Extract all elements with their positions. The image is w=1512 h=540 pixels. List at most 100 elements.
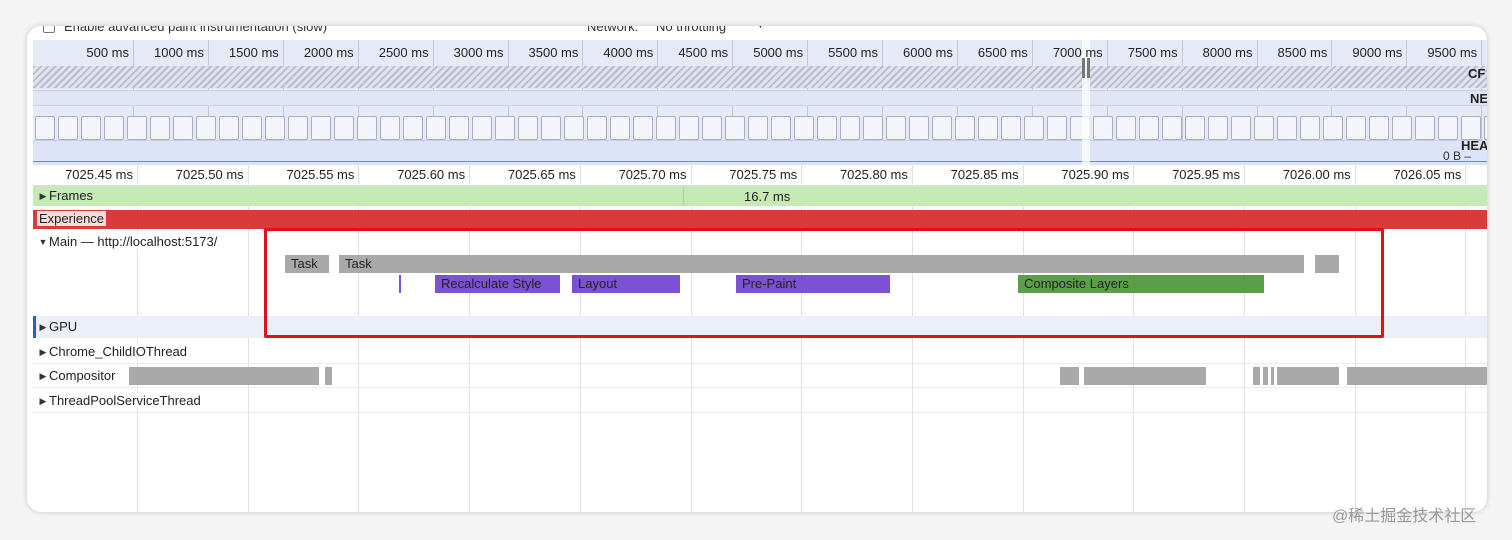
expand-triangle-icon[interactable]: ▶: [37, 191, 49, 202]
overview-tick-label: 9500 ms: [1427, 45, 1478, 60]
overview-tick-label: 1000 ms: [154, 45, 204, 60]
frame-thumbnail: [748, 116, 768, 140]
gpu-label-text: GPU: [49, 319, 78, 334]
compositor-slice[interactable]: [325, 367, 332, 385]
child-io-thread-track[interactable]: ▶ Chrome_ChildIOThread: [33, 341, 1487, 364]
frame-thumbnail: [1139, 116, 1159, 140]
overview-tick-label: 7000 ms: [1052, 45, 1103, 60]
network-label: Network:: [587, 26, 639, 34]
compositor-slice[interactable]: [1084, 367, 1206, 385]
frame-thumbnail: [150, 116, 170, 140]
child-io-track-label[interactable]: ▶ Chrome_ChildIOThread: [37, 344, 191, 359]
frame-thumbnail: [173, 116, 193, 140]
compositor-slice[interactable]: [1271, 367, 1274, 385]
gpu-track-label[interactable]: ▶ GPU: [37, 319, 80, 334]
compositor-slice[interactable]: [129, 367, 319, 385]
dropdown-arrow-icon[interactable]: ▼: [756, 26, 765, 30]
frame-thumbnail: [380, 116, 400, 140]
heap-value: 0 B –: [1443, 149, 1472, 163]
frames-track-label[interactable]: ▶ Frames: [37, 188, 96, 203]
frame-thumbnail: [1369, 116, 1389, 140]
child-io-label-text: Chrome_ChildIOThread: [49, 344, 188, 359]
overview-tick-label: 500 ms: [86, 45, 129, 60]
ruler-tick-label: 7025.75 ms: [729, 167, 798, 182]
frame-thumbnail: [265, 116, 285, 140]
overview-tick-label: 7500 ms: [1127, 45, 1178, 60]
overview-tick-label: 3500 ms: [528, 45, 579, 60]
frame-thumbnail: [357, 116, 377, 140]
compositor-label-text: Compositor: [49, 368, 116, 383]
frame-thumbnail: [1254, 116, 1274, 140]
frame-thumbnail: [472, 116, 492, 140]
frame-thumbnail: [1461, 116, 1481, 140]
frame-thumbnail: [541, 116, 561, 140]
frame-thumbnail: [1208, 116, 1228, 140]
expand-triangle-icon[interactable]: ▶: [37, 322, 49, 333]
watermark: @稀土掘金技术社区: [1332, 508, 1477, 525]
overview-tick-label: 3000 ms: [453, 45, 504, 60]
frame-thumbnail: [932, 116, 952, 140]
frame-thumbnail: [587, 116, 607, 140]
compositor-slice[interactable]: [1253, 367, 1260, 385]
frame-thumbnail: [886, 116, 906, 140]
ruler-tick-label: 7025.60 ms: [397, 167, 466, 182]
frame-thumbnail: [978, 116, 998, 140]
ruler-tick-label: 7025.95 ms: [1172, 167, 1240, 182]
network-throttling-select[interactable]: No throttling: [656, 26, 726, 34]
ruler-tick-label: 7026.00 ms: [1282, 167, 1351, 182]
expand-triangle-icon[interactable]: ▶: [37, 371, 49, 382]
frame-thumbnail: [426, 116, 446, 140]
frame-thumbnail: [1024, 116, 1044, 140]
main-track-label[interactable]: ▼ Main — http://localhost:5173/: [37, 234, 221, 249]
overview-tick-label: 1500 ms: [228, 45, 279, 60]
frame-thumbnail: [1047, 116, 1067, 140]
frame-thumbnail: [564, 116, 584, 140]
thread-pool-track-label[interactable]: ▶ ThreadPoolServiceThread: [37, 393, 204, 408]
selection-handle-left[interactable]: [1082, 58, 1085, 78]
compositor-slice[interactable]: [1263, 367, 1268, 385]
frame-thumbnail: [1484, 116, 1487, 140]
frame-thumbnail: [1415, 116, 1435, 140]
ruler-tick-label: 7025.70 ms: [618, 167, 687, 182]
frame-thumbnail: [518, 116, 538, 140]
overview-tick-label: 5500 ms: [828, 45, 878, 60]
expand-triangle-icon[interactable]: ▶: [37, 396, 49, 407]
frame-thumbnail: [1116, 116, 1136, 140]
heap-line: [33, 161, 1487, 162]
frame-duration[interactable]: 16.7 ms: [744, 189, 790, 204]
frame-separator: [683, 186, 684, 206]
frame-thumbnail: [1162, 116, 1182, 140]
thread-pool-label-text: ThreadPoolServiceThread: [49, 393, 201, 408]
compositor-slice[interactable]: [1277, 367, 1339, 385]
gpu-selection-marker: [33, 316, 36, 338]
experience-track-label[interactable]: Experience: [37, 211, 107, 226]
frame-thumbnail: [794, 116, 814, 140]
frame-thumbnail: [1346, 116, 1366, 140]
frame-thumbnail: [1323, 116, 1343, 140]
compositor-track[interactable]: ▶ Compositor: [33, 365, 1487, 388]
ruler-tick-label: 7025.65 ms: [507, 167, 576, 182]
expand-triangle-icon[interactable]: ▶: [37, 347, 49, 358]
overview-tick-label: 100: [1484, 45, 1487, 60]
frame-thumbnail: [81, 116, 101, 140]
compositor-slice[interactable]: [1347, 367, 1487, 385]
time-ruler: 7025.45 ms 7025.50 ms 7025.55 ms 7025.60 ms…: [33, 165, 1487, 186]
network-label-overview: NE: [1470, 91, 1487, 106]
paint-instrumentation-checkbox[interactable]: [43, 26, 55, 33]
frame-thumbnail: [403, 116, 423, 140]
experience-track[interactable]: Experience: [33, 210, 1487, 229]
overview-tick-label: 4000 ms: [603, 45, 654, 60]
frame-thumbnail: [702, 116, 722, 140]
timeline-overview[interactable]: CF NE HEA 0 B – 500 ms 1000 ms 1500 ms 2000…: [33, 40, 1487, 165]
compositor-track-label[interactable]: ▶ Compositor: [37, 368, 119, 383]
collapse-triangle-icon[interactable]: ▼: [37, 237, 49, 247]
thread-pool-track[interactable]: ▶ ThreadPoolServiceThread: [33, 390, 1487, 413]
frames-track[interactable]: ▶ Frames 16.7 ms: [33, 186, 1487, 206]
overview-tick-label: 4500 ms: [678, 45, 729, 60]
compositor-slice[interactable]: [1060, 367, 1079, 385]
frame-thumbnail: [58, 116, 78, 140]
selection-handle-right[interactable]: [1087, 58, 1090, 78]
ruler-tick-label: 7025.50 ms: [175, 167, 244, 182]
frame-thumbnail: [311, 116, 331, 140]
frame-thumbnail: [955, 116, 975, 140]
